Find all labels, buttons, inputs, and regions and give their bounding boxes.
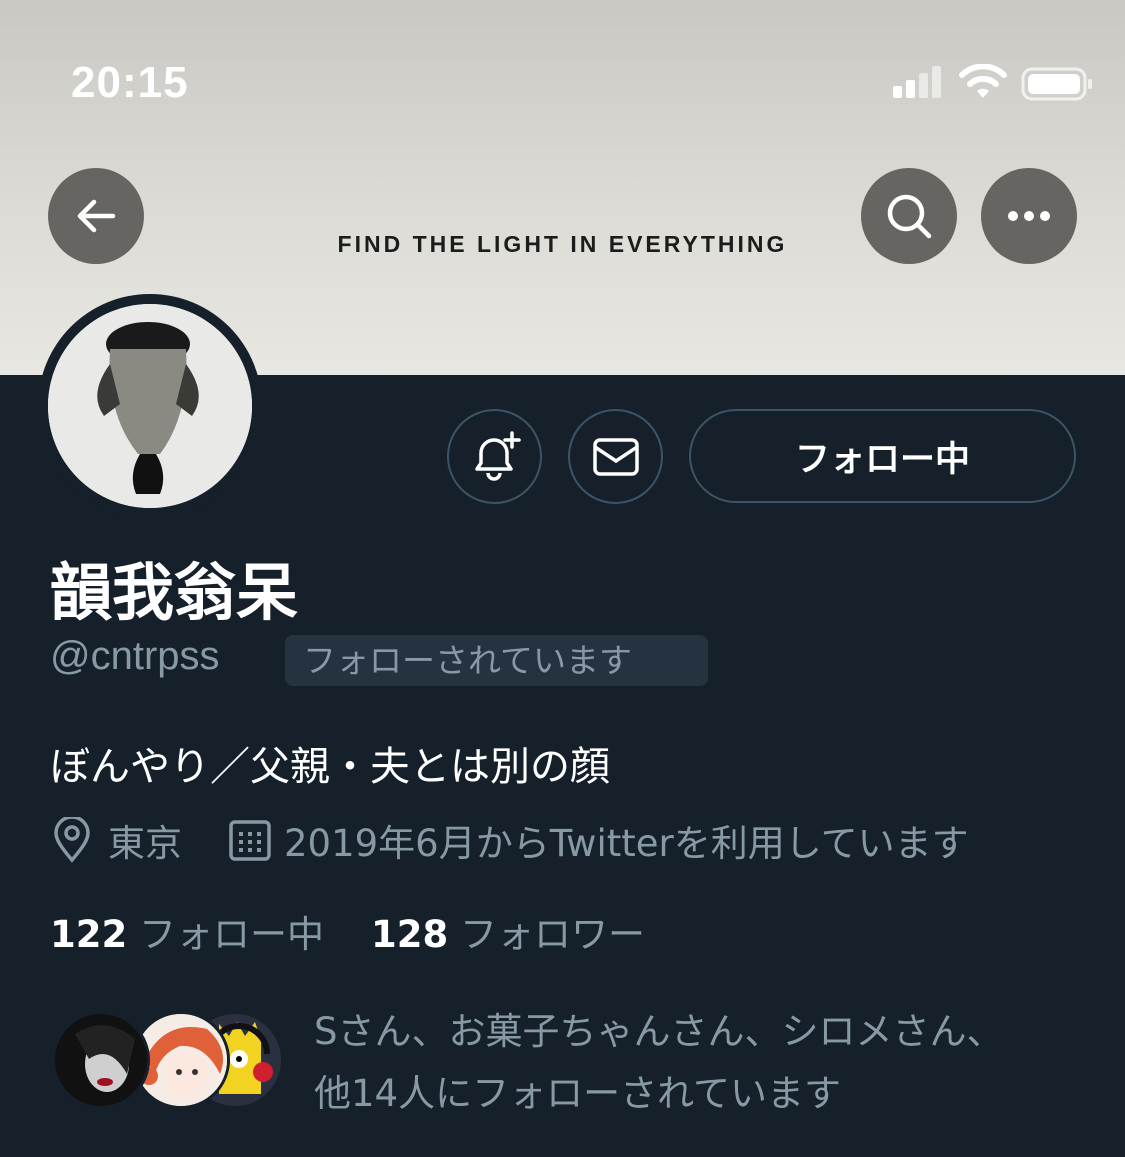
battery-icon [1021,67,1092,101]
mail-icon [592,437,639,476]
wifi-icon [959,64,1007,98]
following-label: フォロー中 [139,913,324,956]
profile-avatar[interactable] [38,294,262,518]
follow-counts: 122 フォロー中 128 フォロワー [50,904,645,958]
notifications-button[interactable] [447,409,542,504]
back-button[interactable] [48,168,144,264]
following-link[interactable]: 122 フォロー中 [50,913,324,956]
avatar-image [48,304,252,508]
more-options-button[interactable] [981,168,1077,264]
banner-tagline: FIND THE LIGHT IN EVERYTHING [337,231,788,257]
user-handle: @cntrpss [50,634,220,678]
followers-link[interactable]: 128 フォロワー [371,913,645,956]
followers-count: 128 [371,913,449,956]
more-icon [1008,211,1050,221]
joined-text: 2019年6月からTwitterを利用しています [284,822,969,865]
display-name: 韻我翁呆 [50,556,299,629]
followed-by-text[interactable]: Sさん、お菓子ちゃんさん、シロメさん、 他14人にフォローされています [314,1001,1004,1125]
joined-row: 2019年6月からTwitterを利用しています [228,815,969,865]
calendar-icon [229,820,271,861]
followers-label: フォロワー [460,913,646,956]
notification-add-icon [474,430,521,481]
search-icon [887,194,932,239]
location-text: 東京 [108,822,182,865]
following-button[interactable]: フォロー中 [689,409,1076,503]
profile-bio: ぼんやり／父親・夫とは別の顔 [50,744,610,790]
cellular-signal-icon [893,66,945,98]
following-count: 122 [50,913,128,956]
message-button[interactable] [568,409,663,504]
status-time: 20:15 [71,58,189,107]
location-row: 東京 [50,815,182,865]
back-arrow-icon [77,199,116,233]
follows-you-badge: フォローされています [285,635,708,686]
follower-avatar-1[interactable] [52,1011,150,1109]
location-icon [54,817,90,863]
followed-by-line-2: 他14人にフォローされています [314,1072,841,1115]
followed-by-line-1: Sさん、お菓子ちゃんさん、シロメさん、 [314,1010,1004,1053]
search-button[interactable] [861,168,957,264]
